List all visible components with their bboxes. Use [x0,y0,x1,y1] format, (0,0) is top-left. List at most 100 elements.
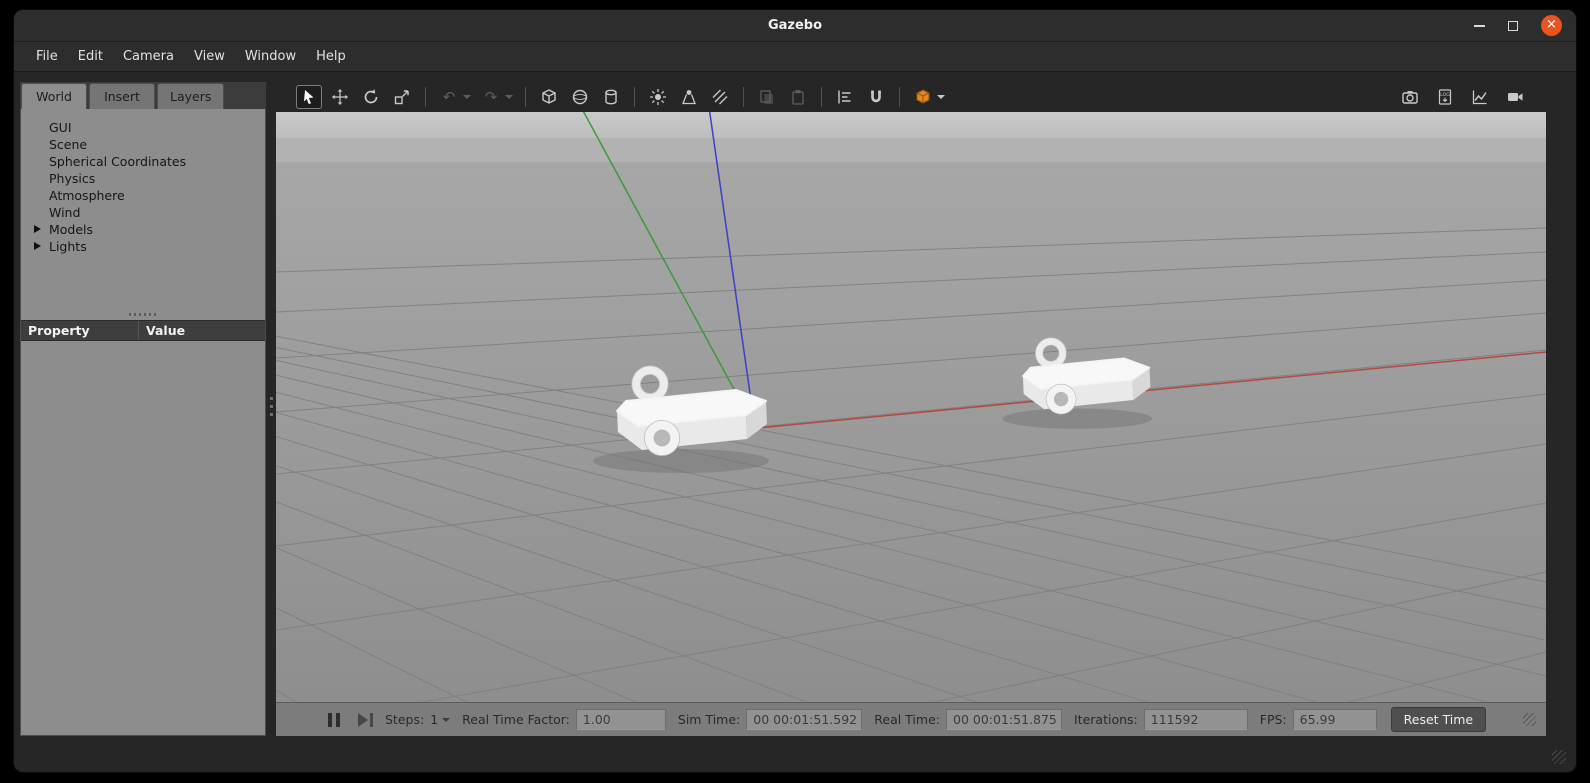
align-tool-button[interactable] [832,85,858,109]
pointer-icon [304,90,314,104]
maximize-icon[interactable] [1508,20,1518,31]
video-record-button[interactable] [1502,85,1528,109]
scene-canvas[interactable] [276,112,1546,702]
undo-button[interactable]: ↶ [436,85,462,109]
log-icon: LOG [1438,89,1452,105]
paste-button[interactable] [785,85,811,109]
sky-band-top [276,112,1546,138]
resize-grip-icon[interactable] [1523,713,1536,726]
capture-tools: LOG [1397,85,1528,109]
expand-arrow-icon [34,225,41,233]
tree-item-physics[interactable]: Physics [21,170,265,187]
splitter-dots-icon [269,397,273,421]
tree-item-wind[interactable]: Wind [21,204,265,221]
menu-help[interactable]: Help [306,42,356,72]
tree-item-spherical-coordinates[interactable]: Spherical Coordinates [21,153,265,170]
window-resize-grip-icon[interactable] [1552,750,1566,764]
select-tool-button[interactable] [296,85,322,109]
minimize-icon[interactable] [1474,24,1485,27]
toolbar-separator [743,87,744,107]
redo-button[interactable]: ↷ [478,85,504,109]
rotate-tool-button[interactable] [358,85,384,109]
move-icon [332,89,348,105]
world-tree-panel: GUI Scene Spherical Coordinates Physics … [20,109,266,736]
align-icon [838,90,851,104]
menubar: File Edit Camera View Window Help [14,42,1576,72]
menu-edit[interactable]: Edit [68,42,113,72]
insert-cylinder-button[interactable] [598,85,624,109]
value-column-header: Value [146,323,186,338]
sim-time-field: 00 00:01:51.592 [746,709,863,730]
expand-arrow-icon [34,242,41,250]
copy-button[interactable] [754,85,780,109]
real-time-field: 00 00:01:51.875 [946,709,1062,730]
pause-button[interactable] [328,712,340,727]
world-tree: GUI Scene Spherical Coordinates Physics … [21,109,265,255]
view-angle-dropdown-button[interactable] [935,85,947,109]
screenshot-button[interactable] [1397,85,1423,109]
cube-icon [542,89,556,104]
menu-view[interactable]: View [184,42,235,72]
real-time-label: Real Time: [874,712,940,727]
chevron-down-icon [442,717,451,722]
render-toolbar: ↶ ↷ LOG [276,82,1546,112]
titlebar[interactable]: Gazebo × [14,10,1576,42]
close-icon[interactable]: × [1541,15,1562,36]
step-button[interactable] [358,712,373,727]
plot-button[interactable] [1467,85,1493,109]
log-record-button[interactable]: LOG [1432,85,1458,109]
insert-box-button[interactable] [536,85,562,109]
tab-insert[interactable]: Insert [89,83,155,109]
pause-icon [336,712,340,727]
sim-time-label: Sim Time: [677,712,741,727]
menu-camera[interactable]: Camera [113,42,184,72]
copy-icon [760,90,773,104]
scale-tool-button[interactable] [389,85,415,109]
insert-sphere-button[interactable] [567,85,593,109]
tree-item-models[interactable]: Models [21,221,265,238]
tree-item-atmosphere[interactable]: Atmosphere [21,187,265,204]
point-light-button[interactable] [645,85,671,109]
tree-item-lights[interactable]: Lights [21,238,265,255]
tree-item-label: Models [49,222,94,237]
toolbar-separator [525,87,526,107]
undo-icon: ↶ [442,87,456,106]
steps-stepper[interactable]: 1 [430,712,451,727]
tree-item-label: Physics [49,171,96,186]
main-content: World Insert Layers GUI Scene Spherical … [14,72,1576,772]
steps-value: 1 [430,712,439,727]
chart-line-icon [1472,90,1487,105]
tree-item-label: GUI [49,120,72,135]
tab-layers[interactable]: Layers [157,83,225,109]
panel-tabs: World Insert Layers [20,82,266,109]
vertical-splitter-handle[interactable] [266,82,276,736]
menu-window[interactable]: Window [235,42,306,72]
undo-history-button[interactable] [461,85,473,109]
view-angle-button[interactable] [910,85,936,109]
fps-field: 65.99 [1292,709,1377,730]
spot-light-button[interactable] [676,85,702,109]
snap-tool-button[interactable] [863,85,889,109]
ground-plane [276,162,1546,702]
tree-item-label: Scene [49,137,88,152]
translate-tool-button[interactable] [327,85,353,109]
camera-icon [1402,91,1418,104]
svg-text:LOG: LOG [1440,92,1450,98]
menu-file[interactable]: File [26,42,68,72]
tab-world[interactable]: World [21,83,87,109]
point-light-icon [650,89,666,105]
redo-history-button[interactable] [503,85,515,109]
window-controls: × [1474,10,1562,41]
property-table-header: Property Value [21,320,265,341]
toolbar-separator [899,87,900,107]
directional-light-icon [712,89,728,105]
tree-item-gui[interactable]: GUI [21,119,265,136]
toolbar-separator [634,87,635,107]
directional-light-button[interactable] [707,85,733,109]
spot-light-icon [682,90,696,105]
reset-time-button[interactable]: Reset Time [1390,707,1487,732]
tree-item-scene[interactable]: Scene [21,136,265,153]
horizontal-splitter-handle[interactable] [129,313,157,316]
step-icon [358,712,368,727]
pause-icon [328,712,332,727]
